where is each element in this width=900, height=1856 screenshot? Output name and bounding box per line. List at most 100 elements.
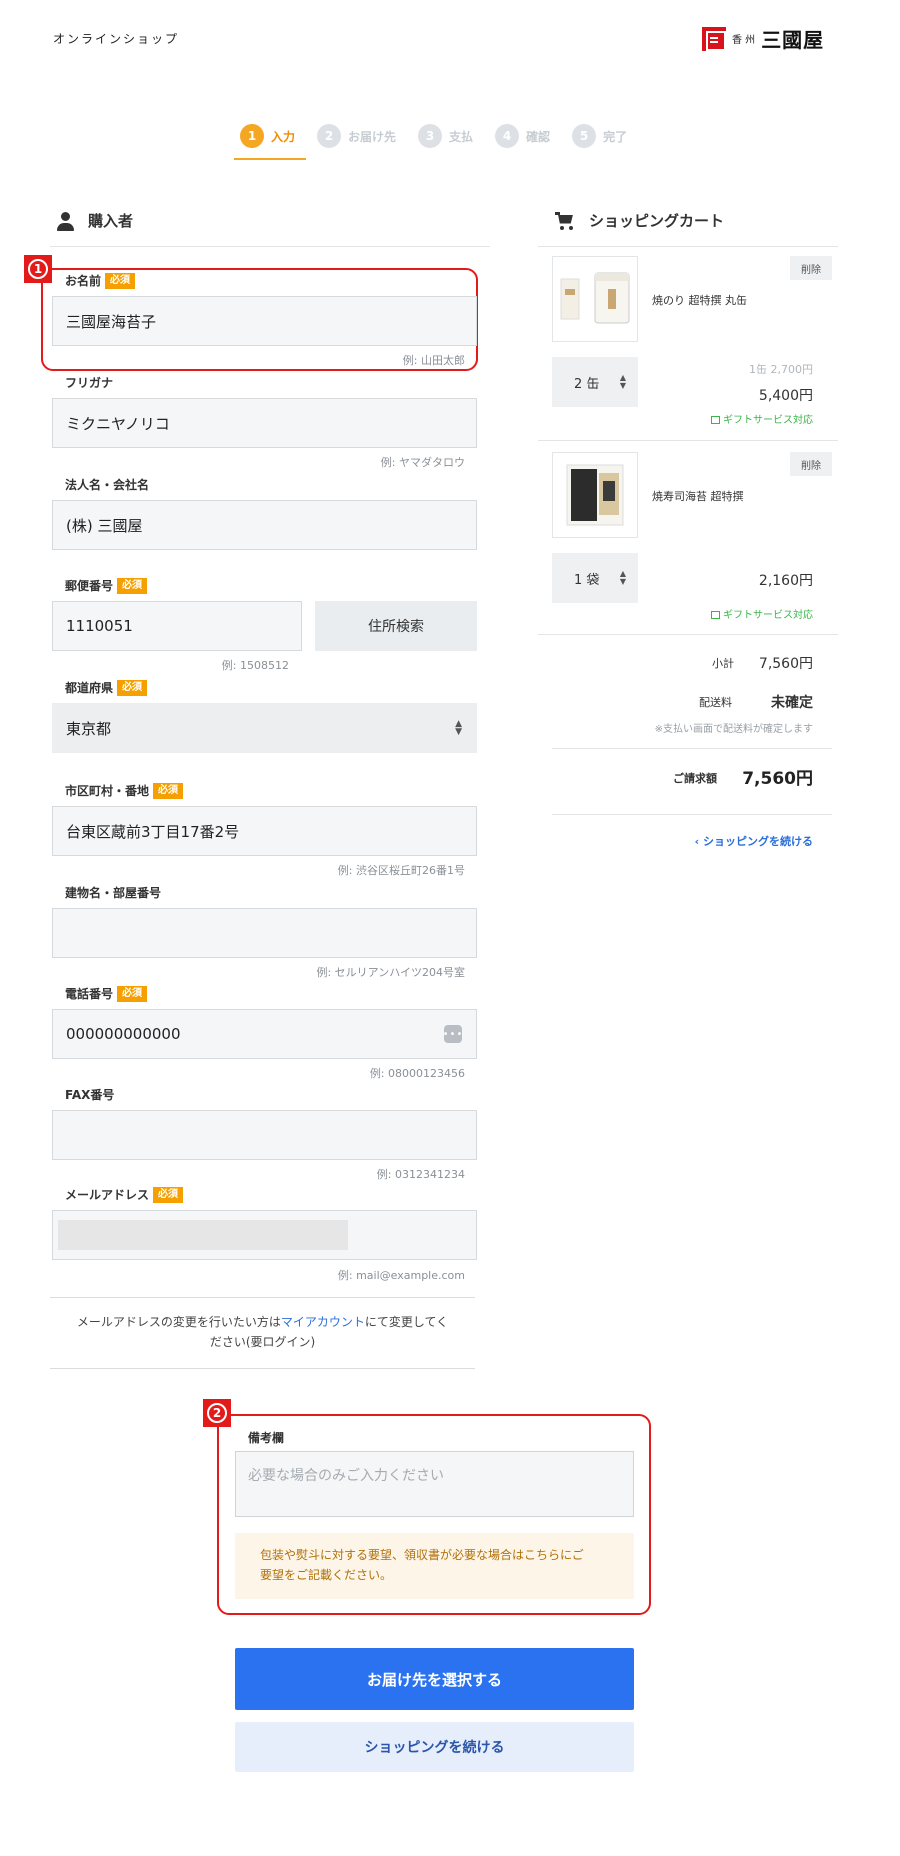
phone-input[interactable]: 000000000000 ••• xyxy=(52,1009,477,1059)
email-label: メールアドレス 必須 xyxy=(65,1186,184,1203)
fax-input[interactable] xyxy=(52,1110,477,1160)
prefecture-select[interactable]: 東京都 ▲ ▼ xyxy=(52,703,477,753)
active-step-underline xyxy=(234,158,306,160)
select-arrows-icon: ▲ ▼ xyxy=(619,569,626,586)
phone-value: 000000000000 xyxy=(66,1025,181,1043)
quantity-value: 2 缶 xyxy=(574,376,600,392)
gift-service-label: ギフトサービス対応 xyxy=(650,411,813,426)
logo-mark-icon xyxy=(702,26,726,51)
total-value: 7,560円 xyxy=(742,769,813,789)
shipping-note: ※支払い画面で配送料が確定します xyxy=(654,724,813,735)
step-number: 3 xyxy=(418,124,443,148)
divider xyxy=(538,634,838,635)
kana-label: フリガナ xyxy=(65,376,114,390)
divider xyxy=(552,748,832,749)
prefecture-label: 都道府県 必須 xyxy=(65,679,148,696)
divider xyxy=(50,1297,475,1298)
required-badge: 必須 xyxy=(153,782,184,799)
item-price: 2,160円 xyxy=(758,573,813,589)
quantity-select[interactable]: 2 缶 ▲ ▼ xyxy=(552,357,638,407)
email-change-note: メールアドレスの変更を行いたい方はマイアカウントにて変更してく ださい(要ログイン… xyxy=(76,1315,449,1349)
name-label: お名前 必須 xyxy=(65,272,136,289)
cart-item-name: 焼寿司海苔 超特撰 xyxy=(652,490,744,503)
cart-icon xyxy=(555,211,575,230)
fax-hint: 例: 0312341234 xyxy=(376,1168,465,1181)
step-complete: 5 完了 xyxy=(572,124,627,148)
divider xyxy=(552,814,832,815)
autofill-dots-icon[interactable]: ••• xyxy=(443,1025,462,1043)
annotation-badge-1: 1 xyxy=(24,255,52,283)
continue-shopping-button[interactable]: ショッピングを続ける xyxy=(235,1722,634,1772)
postal-input[interactable]: 1110051 xyxy=(52,601,302,651)
kana-hint: 例: ヤマダタロウ xyxy=(380,456,465,469)
step-input: 1 入力 xyxy=(240,124,295,148)
nori-can-image xyxy=(560,272,630,324)
divider xyxy=(50,246,490,247)
step-number: 4 xyxy=(495,124,520,148)
shop-title: オンラインショップ xyxy=(53,32,180,46)
step-payment: 3 支払 xyxy=(418,124,473,148)
fax-label: FAX番号 xyxy=(65,1088,115,1102)
kana-input[interactable]: ミクニヤノリコ xyxy=(52,398,477,448)
remarks-textarea[interactable]: 必要な場合のみご入力ください xyxy=(235,1451,634,1517)
select-arrows-icon: ▲ ▼ xyxy=(455,719,462,737)
city-label: 市区町村・番地 必須 xyxy=(65,782,184,799)
chevron-left-icon: ‹ xyxy=(694,835,703,848)
building-label: 建物名・部屋番号 xyxy=(65,886,162,900)
step-confirm: 4 確認 xyxy=(495,124,550,148)
step-number: 1 xyxy=(240,124,264,148)
step-label: 支払 xyxy=(449,129,474,144)
postal-hint: 例: 1508512 xyxy=(221,659,289,672)
building-input[interactable] xyxy=(52,908,477,958)
required-badge: 必須 xyxy=(105,272,136,289)
step-label: 入力 xyxy=(271,129,296,144)
quantity-select[interactable]: 1 袋 ▲ ▼ xyxy=(552,553,638,603)
phone-hint: 例: 08000123456 xyxy=(369,1067,465,1080)
email-hint: 例: mail@example.com xyxy=(337,1269,465,1282)
person-icon xyxy=(56,211,74,231)
product-thumbnail[interactable] xyxy=(552,256,638,342)
logo-main-text: 三國屋 xyxy=(761,28,825,52)
subtotal-value: 7,560円 xyxy=(758,656,813,672)
product-thumbnail[interactable] xyxy=(552,452,638,538)
subtotal-label: 小計 xyxy=(712,657,734,670)
brand-logo[interactable]: 香 州 三國屋 xyxy=(702,24,824,53)
buyer-section-title: 購入者 xyxy=(88,212,134,230)
delete-item-button[interactable]: 削除 xyxy=(790,452,832,476)
item-price: 5,400円 xyxy=(758,388,813,404)
name-input[interactable]: 三國屋海苔子 xyxy=(52,296,477,346)
delete-item-button[interactable]: 削除 xyxy=(790,256,832,280)
required-badge: 必須 xyxy=(117,577,148,594)
cart-title: ショッピングカート xyxy=(589,212,725,230)
cart-item-name: 焼のり 超特撰 丸缶 xyxy=(652,294,747,307)
required-badge: 必須 xyxy=(153,1186,184,1203)
divider xyxy=(538,440,838,441)
select-arrows-icon: ▲ ▼ xyxy=(619,373,626,390)
shipping-label: 配送料 xyxy=(699,696,732,709)
select-delivery-button[interactable]: お届け先を選択する xyxy=(235,1648,634,1710)
postal-label: 郵便番号 必須 xyxy=(65,577,148,594)
email-input[interactable] xyxy=(52,1210,477,1260)
unit-price: 1缶 2,700円 xyxy=(749,363,813,376)
masked-email-value xyxy=(58,1220,348,1250)
city-hint: 例: 渋谷区桜丘町26番1号 xyxy=(337,864,465,877)
step-label: 完了 xyxy=(603,129,628,144)
prefecture-value: 東京都 xyxy=(66,719,112,738)
building-hint: 例: セルリアンハイツ204号室 xyxy=(316,966,465,979)
gift-icon xyxy=(711,416,720,424)
city-input[interactable]: 台東区蔵前3丁目17番2号 xyxy=(52,806,477,856)
continue-shopping-link[interactable]: ‹ ショッピングを続ける xyxy=(640,833,813,849)
address-search-button[interactable]: 住所検索 xyxy=(315,601,477,651)
cart-section-header: ショッピングカート xyxy=(555,210,724,231)
remarks-notice: 包装や熨斗に対する要望、領収書が必要な場合はこちらにご 要望をご記載ください。 xyxy=(235,1533,634,1599)
gift-icon xyxy=(711,611,720,619)
step-label: 確認 xyxy=(526,129,551,144)
quantity-value: 1 袋 xyxy=(574,572,600,588)
step-number: 2 xyxy=(317,124,342,148)
annotation-badge-2: 2 xyxy=(203,1399,231,1427)
gift-service-label: ギフトサービス対応 xyxy=(650,606,813,621)
divider xyxy=(50,1368,475,1369)
my-account-link[interactable]: マイアカウント xyxy=(281,1315,365,1329)
company-input[interactable]: (株) 三國屋 xyxy=(52,500,477,550)
divider xyxy=(538,246,838,247)
